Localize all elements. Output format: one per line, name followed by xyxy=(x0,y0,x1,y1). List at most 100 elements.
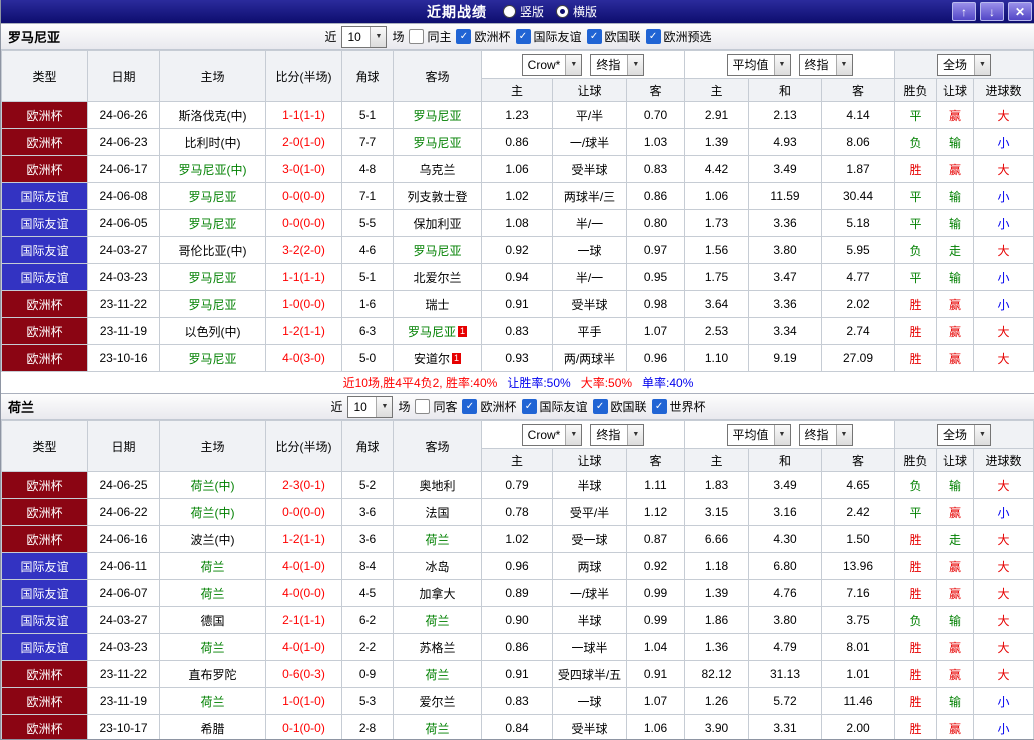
match-date: 24-06-11 xyxy=(88,553,160,580)
checkbox-label: 同主 xyxy=(427,28,451,45)
home-team: 比利时(中) xyxy=(160,129,266,156)
column-header: 客场 xyxy=(394,421,482,472)
eu-final-index-select[interactable]: 终指▼ xyxy=(799,424,853,446)
handicap-result: 输 xyxy=(937,210,974,237)
match-date: 24-06-22 xyxy=(88,499,160,526)
handicap-line: 一/球半 xyxy=(553,580,627,607)
away-team: 列支敦士登 xyxy=(394,183,482,210)
down-arrow-icon: ↓ xyxy=(989,5,995,19)
column-header: 角球 xyxy=(342,51,394,102)
checked-checkbox-icon: ✓ xyxy=(522,399,537,414)
select-value: 10 xyxy=(342,27,370,47)
match-result: 胜 xyxy=(895,580,937,607)
match-count-select[interactable]: 10▼ xyxy=(347,396,393,418)
filter-checkbox[interactable]: ✓国际友谊 xyxy=(516,28,582,45)
corner-cell: 5-5 xyxy=(342,210,394,237)
handicap-result: 输 xyxy=(937,607,974,634)
match-result: 胜 xyxy=(895,553,937,580)
eu-average-select[interactable]: 平均值▼ xyxy=(727,54,791,76)
filter-checkbox[interactable]: ✓欧洲杯 xyxy=(462,398,516,415)
match-result: 胜 xyxy=(895,526,937,553)
checked-checkbox-icon: ✓ xyxy=(456,29,471,44)
match-row: 欧洲杯23-11-19以色列(中)1-2(1-1)6-3罗马尼亚10.83平手1… xyxy=(2,318,1034,345)
eu-home-odds: 3.90 xyxy=(685,715,749,740)
odds-provider-select[interactable]: Crow*▼ xyxy=(522,54,583,76)
handicap-result: 赢 xyxy=(937,318,974,345)
match-row: 欧洲杯23-10-16罗马尼亚4-0(3-0)5-0安道尔10.93两/两球半0… xyxy=(2,345,1034,372)
ah-home-odds: 1.06 xyxy=(482,156,553,183)
goals-result: 大 xyxy=(974,580,1034,607)
handicap-line: 一球 xyxy=(553,688,627,715)
match-row: 欧洲杯24-06-26斯洛伐克(中)1-1(1-1)5-1罗马尼亚1.23平/半… xyxy=(2,102,1034,129)
team-name: 罗马尼亚 xyxy=(8,27,60,46)
filter-checkbox[interactable]: 同客 xyxy=(415,398,457,415)
away-team: 荷兰 xyxy=(394,661,482,688)
filter-checkbox[interactable]: ✓欧洲预选 xyxy=(646,28,712,45)
corner-cell: 5-1 xyxy=(342,264,394,291)
column-header: 和 xyxy=(749,79,822,102)
filter-checkbox[interactable]: ✓欧国联 xyxy=(587,28,641,45)
move-up-button[interactable]: ↑ xyxy=(952,2,976,21)
games-label: 场 xyxy=(392,28,404,45)
handicap-line: 平手 xyxy=(553,318,627,345)
sections-container: 罗马尼亚近10▼场同主✓欧洲杯✓国际友谊✓欧国联✓欧洲预选类型日期主场比分(半场… xyxy=(1,23,1034,740)
ah-home-odds: 0.78 xyxy=(482,499,553,526)
match-row: 国际友谊24-03-27哥伦比亚(中)3-2(2-0)4-6罗马尼亚0.92一球… xyxy=(2,237,1034,264)
goals-result: 大 xyxy=(974,345,1034,372)
eu-final-index-select[interactable]: 终指▼ xyxy=(799,54,853,76)
match-row: 欧洲杯24-06-25荷兰(中)2-3(0-1)5-2奥地利0.79半球1.11… xyxy=(2,472,1034,499)
ah-away-odds: 0.86 xyxy=(627,183,685,210)
competition-type-cell: 欧洲杯 xyxy=(2,291,88,318)
match-scope-select[interactable]: 全场▼ xyxy=(937,54,991,76)
eu-draw-odds: 3.80 xyxy=(749,237,822,264)
eu-average-select[interactable]: 平均值▼ xyxy=(727,424,791,446)
eu-home-odds: 2.53 xyxy=(685,318,749,345)
eu-away-odds: 2.02 xyxy=(822,291,895,318)
select-value: 终指 xyxy=(800,425,836,445)
chevron-down-icon: ▼ xyxy=(774,55,790,75)
eu-away-odds: 1.01 xyxy=(822,661,895,688)
competition-type-cell: 欧洲杯 xyxy=(2,715,88,740)
checkbox-label: 欧国联 xyxy=(605,28,641,45)
ah-final-index-select[interactable]: 终指▼ xyxy=(590,424,644,446)
layout-option-horizontal[interactable]: 横版 xyxy=(556,3,597,20)
column-header: 类型 xyxy=(2,421,88,472)
move-down-button[interactable]: ↓ xyxy=(980,2,1004,21)
handicap-result: 走 xyxy=(937,237,974,264)
match-date: 24-06-16 xyxy=(88,526,160,553)
away-team-name: 荷兰 xyxy=(425,533,449,547)
home-team: 荷兰 xyxy=(160,580,266,607)
radio-label: 竖版 xyxy=(520,3,544,20)
close-button[interactable]: ✕ xyxy=(1008,2,1032,21)
eu-away-odds: 2.42 xyxy=(822,499,895,526)
layout-option-vertical[interactable]: 竖版 xyxy=(503,3,544,20)
away-team-name: 瑞士 xyxy=(425,298,449,312)
filter-checkbox[interactable]: ✓世界杯 xyxy=(652,398,706,415)
score-cell: 2-1(1-1) xyxy=(266,607,342,634)
filter-checkbox[interactable]: ✓欧洲杯 xyxy=(456,28,510,45)
match-count-select[interactable]: 10▼ xyxy=(341,26,387,48)
match-date: 24-06-05 xyxy=(88,210,160,237)
odds-provider-select[interactable]: Crow*▼ xyxy=(522,424,583,446)
ah-home-odds: 0.91 xyxy=(482,661,553,688)
home-team: 罗马尼亚 xyxy=(160,210,266,237)
away-team-name: 安道尔 xyxy=(414,352,450,366)
ah-home-odds: 1.23 xyxy=(482,102,553,129)
column-header: 让球 xyxy=(937,449,974,472)
filter-checkbox[interactable]: ✓国际友谊 xyxy=(522,398,588,415)
match-scope-select[interactable]: 全场▼ xyxy=(937,424,991,446)
competition-type-cell: 国际友谊 xyxy=(2,237,88,264)
handicap-result: 赢 xyxy=(937,102,974,129)
match-result: 平 xyxy=(895,210,937,237)
filter-checkbox[interactable]: 同主 xyxy=(409,28,451,45)
away-team-name: 罗马尼亚 xyxy=(413,109,461,123)
eu-draw-odds: 11.59 xyxy=(749,183,822,210)
handicap-line: 受半球 xyxy=(553,715,627,740)
home-team: 荷兰 xyxy=(160,553,266,580)
handicap-line: 受一球 xyxy=(553,526,627,553)
eu-away-odds: 4.14 xyxy=(822,102,895,129)
column-header: 胜负 xyxy=(895,79,937,102)
eu-away-odds: 3.75 xyxy=(822,607,895,634)
ah-final-index-select[interactable]: 终指▼ xyxy=(590,54,644,76)
filter-checkbox[interactable]: ✓欧国联 xyxy=(593,398,647,415)
